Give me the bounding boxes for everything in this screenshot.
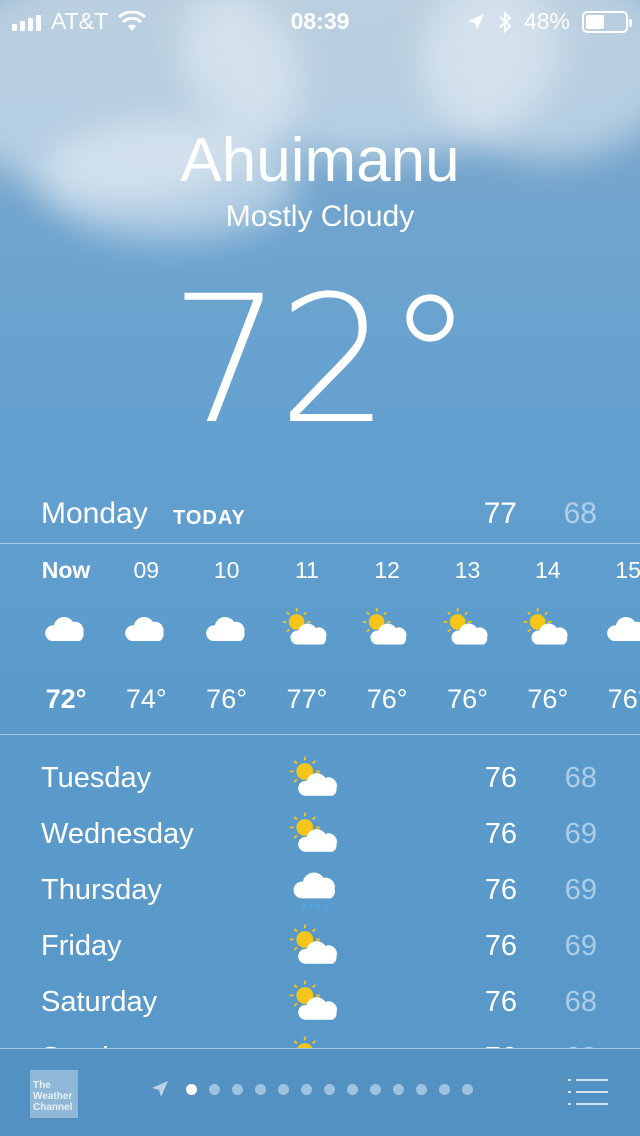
page-dot[interactable] bbox=[278, 1083, 289, 1095]
daily-row: Saturday 76 68 bbox=[0, 972, 640, 1028]
daily-forecast[interactable]: Tuesday 76 68 Wednesday 76 69 Thursday 76 69 Frid… bbox=[0, 748, 640, 1048]
page-indicator[interactable] bbox=[150, 1079, 473, 1099]
day-name: Wednesday bbox=[41, 818, 194, 850]
today-day-name: Monday bbox=[41, 497, 148, 530]
hour-label: 15 bbox=[615, 557, 640, 583]
hour-temperature: 76° bbox=[607, 684, 640, 714]
page-dot[interactable] bbox=[393, 1083, 404, 1095]
daily-row: Friday 76 69 bbox=[0, 916, 640, 972]
partly-sunny-icon bbox=[288, 1034, 344, 1048]
partly-sunny-icon bbox=[288, 922, 344, 972]
day-name: Thursday bbox=[41, 874, 162, 906]
day-name: Friday bbox=[41, 930, 122, 962]
daily-row: Thursday 76 69 bbox=[0, 860, 640, 916]
day-high: 76 bbox=[484, 818, 517, 850]
day-high: 76 bbox=[484, 986, 517, 1018]
cloud-icon bbox=[106, 606, 186, 666]
battery-percent: 48% bbox=[523, 8, 570, 34]
today-tag: TODAY bbox=[173, 507, 246, 529]
day-high: 76 bbox=[484, 762, 517, 794]
rain-icon bbox=[288, 866, 344, 916]
battery-fill bbox=[586, 14, 605, 29]
partly-sunny-icon bbox=[508, 606, 588, 666]
hour-label: 09 bbox=[133, 557, 160, 583]
logo-text: The Weather Channel bbox=[33, 1080, 73, 1113]
day-low: 68 bbox=[564, 762, 597, 794]
cloud-icon bbox=[187, 606, 267, 666]
hourly-item: 13 76° bbox=[428, 545, 508, 715]
daily-row: Tuesday 76 68 bbox=[0, 748, 640, 804]
today-summary: Monday TODAY 77 68 bbox=[0, 497, 640, 537]
page-dot[interactable] bbox=[416, 1083, 427, 1095]
page-dot[interactable] bbox=[255, 1083, 266, 1095]
daily-row: Sunday7668 bbox=[0, 1028, 640, 1048]
current-temperature: 72° bbox=[170, 258, 474, 463]
page-dot[interactable] bbox=[301, 1083, 312, 1095]
divider bbox=[0, 543, 640, 544]
city-list-icon[interactable] bbox=[566, 1077, 610, 1107]
hourly-item: Now 72° bbox=[26, 545, 106, 715]
day-high: 76 bbox=[484, 930, 517, 962]
page-dot[interactable] bbox=[209, 1083, 220, 1095]
day-low: 69 bbox=[564, 874, 597, 906]
condition-label: Mostly Cloudy bbox=[225, 200, 415, 233]
hour-label: 12 bbox=[374, 557, 400, 583]
hourly-item: 09 74° bbox=[106, 545, 186, 715]
hour-temperature: 76° bbox=[447, 684, 488, 714]
city-name: Ahuimanu bbox=[180, 126, 460, 195]
page-dot[interactable] bbox=[324, 1083, 335, 1095]
hour-label: 10 bbox=[213, 557, 240, 583]
today-low: 68 bbox=[563, 497, 597, 530]
bluetooth-icon bbox=[499, 10, 512, 33]
hour-temperature: 76° bbox=[527, 684, 569, 714]
hour-temperature: 76° bbox=[206, 684, 248, 714]
partly-sunny-icon bbox=[428, 606, 508, 666]
hour-temperature: 77° bbox=[286, 684, 328, 714]
hourly-item: 14 76° bbox=[508, 545, 588, 715]
day-high: 76 bbox=[484, 874, 517, 906]
bottom-toolbar: The Weather Channel bbox=[0, 1049, 640, 1136]
hour-label: 13 bbox=[454, 557, 481, 583]
hour-temperature: 76° bbox=[366, 684, 408, 714]
weather-channel-logo[interactable]: The Weather Channel bbox=[30, 1070, 78, 1118]
daily-row: Wednesday 76 69 bbox=[0, 804, 640, 860]
day-name: Saturday bbox=[41, 986, 158, 1018]
cloud-icon bbox=[26, 606, 106, 666]
battery-icon bbox=[582, 10, 632, 33]
location-arrow-icon bbox=[152, 1081, 168, 1097]
status-bar: AT&T 08:39 48% bbox=[0, 0, 640, 40]
partly-sunny-icon bbox=[347, 606, 427, 666]
page-dot[interactable] bbox=[347, 1083, 358, 1095]
hourly-item: 11 77° bbox=[267, 545, 347, 715]
hour-label: 11 bbox=[294, 557, 319, 583]
day-low: 68 bbox=[564, 986, 597, 1018]
today-high: 77 bbox=[483, 497, 517, 530]
hourly-item: 10 76° bbox=[187, 545, 267, 715]
partly-sunny-icon bbox=[288, 754, 344, 804]
divider bbox=[0, 734, 640, 735]
page-dot[interactable] bbox=[462, 1083, 473, 1095]
page-dot[interactable] bbox=[439, 1083, 450, 1095]
location-arrow-icon bbox=[467, 13, 484, 30]
hourly-item: 15 76° bbox=[588, 545, 640, 715]
page-dot[interactable] bbox=[186, 1083, 197, 1095]
partly-sunny-icon bbox=[288, 810, 344, 860]
day-name: Tuesday bbox=[41, 762, 152, 794]
hourly-item: 12 76° bbox=[347, 545, 427, 715]
page-dot[interactable] bbox=[370, 1083, 381, 1095]
hour-label: 14 bbox=[535, 557, 561, 583]
hour-label: Now bbox=[41, 557, 91, 583]
day-low: 69 bbox=[564, 930, 597, 962]
partly-sunny-icon bbox=[267, 606, 347, 666]
partly-sunny-icon bbox=[288, 978, 344, 1028]
hour-temperature: 72° bbox=[45, 684, 87, 714]
cloud-icon bbox=[588, 606, 640, 666]
hour-temperature: 74° bbox=[125, 684, 167, 714]
hourly-forecast[interactable]: Now 72° 09 74° 10 76° 11 77° 12 76° 13 76° 14 76° 15 76… bbox=[0, 545, 640, 733]
page-dot[interactable] bbox=[232, 1083, 243, 1095]
day-low: 69 bbox=[564, 818, 597, 850]
